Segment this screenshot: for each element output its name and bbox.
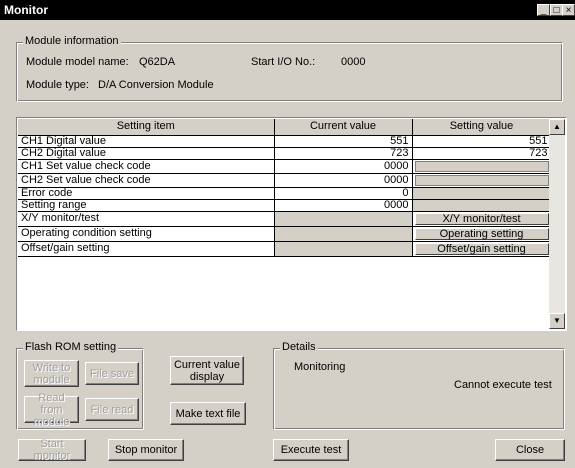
start-io-label: Start I/O No.:	[251, 56, 316, 68]
row-current: 551	[274, 135, 413, 148]
row-current: 0000	[274, 199, 413, 212]
table-row: CH1 Digital value 551 551	[18, 135, 552, 148]
start-monitor-button[interactable]: Start monitor	[18, 438, 86, 462]
xy-monitor-test-button[interactable]: X/Y monitor/test	[414, 212, 549, 225]
monitor-table: Setting item Current value Setting value…	[18, 119, 552, 257]
monitor-window: Monitor _ □ × Module information Module …	[0, 0, 575, 468]
module-model-label: Module model name:	[26, 56, 129, 68]
operating-setting-button[interactable]: Operating setting	[414, 227, 549, 240]
close-window-button[interactable]: ×	[562, 4, 575, 16]
row-setting-cell: Operating setting	[412, 226, 552, 242]
row-item: Offset/gain setting	[18, 241, 275, 257]
execute-test-button[interactable]: Execute test	[273, 439, 349, 461]
disabled-field	[414, 174, 549, 186]
row-current: 0	[274, 187, 413, 200]
current-value-display-button[interactable]: Current value display	[170, 356, 244, 385]
table-row: CH2 Set value check code 0000	[18, 173, 552, 188]
row-current: 0000	[274, 159, 413, 174]
module-info-legend: Module information	[23, 35, 121, 47]
row-item: Operating condition setting	[18, 226, 275, 242]
row-item: CH1 Digital value	[18, 135, 275, 148]
row-item: Error code	[18, 187, 275, 200]
read-from-module-button[interactable]: Read from module	[24, 392, 79, 428]
monitor-table-panel: Setting item Current value Setting value…	[16, 117, 567, 331]
stop-monitor-button[interactable]: Stop monitor	[108, 439, 184, 461]
row-setting-disabled	[412, 173, 552, 188]
row-item: X/Y monitor/test	[18, 211, 275, 227]
details-status: Monitoring	[294, 361, 346, 373]
module-type-label: Module type:	[26, 79, 89, 91]
table-row: Operating condition setting Operating se…	[18, 226, 552, 242]
row-setting-cell: Offset/gain setting	[412, 241, 552, 257]
row-current: 0000	[274, 173, 413, 188]
scroll-up-icon[interactable]: ▲	[549, 119, 565, 135]
make-text-file-button[interactable]: Make text file	[170, 402, 246, 425]
close-button[interactable]: Close	[495, 439, 565, 461]
scroll-down-icon[interactable]: ▼	[549, 313, 565, 329]
table-row: Setting range 0000	[18, 199, 552, 212]
header-setting-value: Setting value	[412, 119, 552, 136]
header-setting-item: Setting item	[18, 119, 275, 136]
row-setting-empty	[412, 199, 552, 212]
row-current-empty	[274, 241, 413, 257]
row-current-empty	[274, 226, 413, 242]
offset-gain-setting-button[interactable]: Offset/gain setting	[414, 242, 549, 255]
row-current: 723	[274, 147, 413, 160]
row-setting-disabled	[412, 159, 552, 174]
row-item: CH2 Set value check code	[18, 173, 275, 188]
module-info-group: Module information Module model name: Q6…	[16, 35, 563, 102]
header-current-value: Current value	[274, 119, 413, 136]
details-group: Details Monitoring Cannot execute test	[273, 341, 565, 430]
table-header-row: Setting item Current value Setting value	[18, 119, 552, 136]
file-read-button[interactable]: File read	[85, 398, 139, 421]
table-row: Error code 0	[18, 187, 552, 200]
row-setting-cell: X/Y monitor/test	[412, 211, 552, 227]
details-legend: Details	[280, 341, 318, 353]
row-setting-empty	[412, 187, 552, 200]
table-row: CH2 Digital value 723 723	[18, 147, 552, 160]
vertical-scrollbar[interactable]: ▲ ▼	[549, 119, 565, 329]
table-row: X/Y monitor/test X/Y monitor/test	[18, 211, 552, 227]
disabled-field	[414, 160, 549, 172]
write-to-module-button[interactable]: Write to module	[24, 360, 79, 387]
start-io-value: 0000	[341, 56, 366, 68]
row-current-empty	[274, 211, 413, 227]
details-message: Cannot execute test	[454, 379, 552, 391]
row-item: Setting range	[18, 199, 275, 212]
module-model-value: Q62DA	[139, 56, 176, 68]
title-bar: Monitor _ □ ×	[0, 0, 575, 20]
window-title: Monitor	[4, 3, 48, 17]
row-item: CH2 Digital value	[18, 147, 275, 160]
file-save-button[interactable]: File save	[85, 362, 139, 385]
table-row: CH1 Set value check code 0000	[18, 159, 552, 174]
row-setting-input[interactable]: 723	[412, 147, 552, 160]
module-type-value: D/A Conversion Module	[98, 79, 214, 91]
minimize-button[interactable]: _	[537, 4, 550, 16]
flash-rom-legend: Flash ROM setting	[23, 341, 119, 353]
table-row: Offset/gain setting Offset/gain setting	[18, 241, 552, 257]
row-item: CH1 Set value check code	[18, 159, 275, 174]
row-setting-input[interactable]: 551	[412, 135, 552, 148]
